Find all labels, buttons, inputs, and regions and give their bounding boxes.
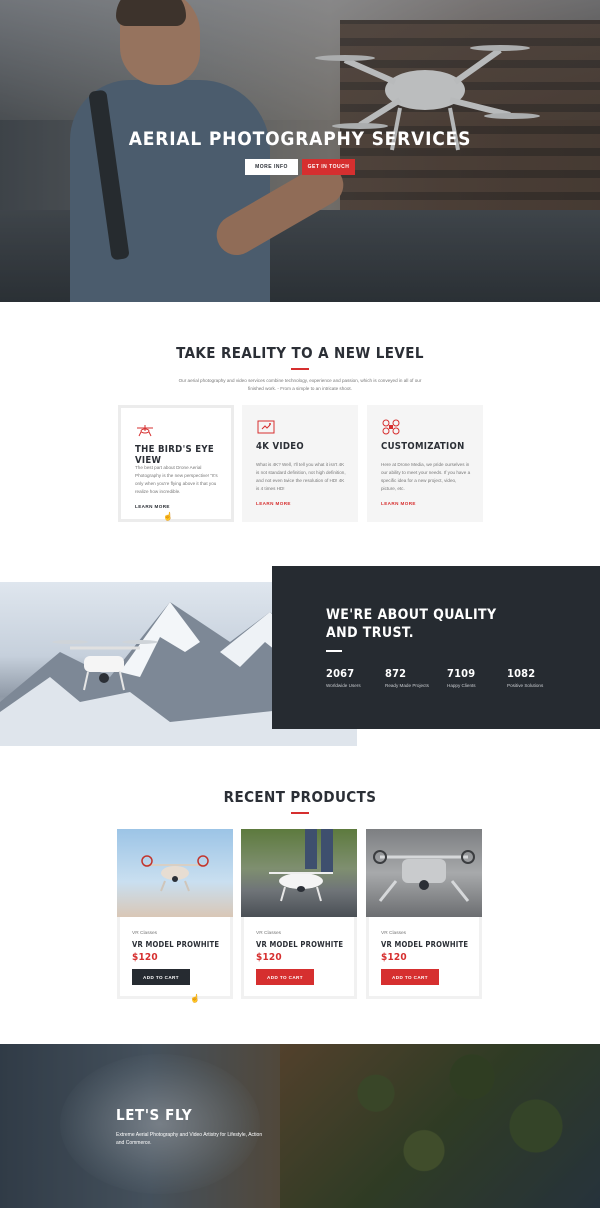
more-info-button[interactable]: MORE INFO [245, 159, 298, 175]
product-price: $120 [256, 952, 282, 963]
hero-buttons: MORE INFO GET IN TOUCH [0, 159, 600, 175]
learn-more-link[interactable]: LEARN MORE [381, 501, 416, 506]
product-card[interactable]: VR Classes VR MODEL PROWHITE $120 ADD TO… [366, 829, 482, 999]
intro-divider [291, 368, 309, 370]
products-title: RECENT PRODUCTS [223, 788, 377, 806]
products-divider [291, 812, 309, 814]
product-card[interactable]: VR Classes VR MODEL PROWHITE $120 ADD TO… [117, 829, 233, 999]
stat-solutions: 1082 Positive Solutions [507, 667, 543, 688]
stat-label: Positive Solutions [507, 683, 544, 688]
add-to-cart-button[interactable]: ADD TO CART [381, 969, 439, 985]
stat-happy-clients: 7109 Happy Clients [447, 667, 476, 688]
video-frame-icon [257, 420, 275, 434]
add-to-cart-button[interactable]: ADD TO CART [256, 969, 314, 985]
product-image[interactable] [366, 829, 482, 917]
quality-title-line2: AND TRUST. [326, 625, 414, 641]
product-image[interactable] [117, 829, 233, 917]
learn-more-link[interactable]: LEARN MORE [256, 501, 291, 506]
lets-fly-banner: LET'S FLY Extreme Aerial Photography and… [0, 1044, 600, 1208]
get-in-touch-button[interactable]: GET IN TOUCH [302, 159, 355, 175]
feature-title: CUSTOMIZATION [381, 441, 465, 452]
fly-text: Extreme Aerial Photography and Video Art… [116, 1132, 263, 1146]
feature-card-birds-eye[interactable]: THE BIRD'S EYE VIEW The best part about … [118, 405, 234, 522]
pointer-cursor-icon: ☝ [190, 994, 200, 1003]
product-image[interactable] [241, 829, 357, 917]
intro-text: Our aerial photography and video service… [178, 378, 422, 391]
quality-title: WE'RE ABOUT QUALITY AND TRUST. [326, 606, 497, 642]
product-name[interactable]: VR MODEL PROWHITE [381, 940, 468, 949]
quality-divider [326, 650, 342, 652]
feature-text: The best part about Drone Aerial Photogr… [135, 465, 218, 494]
product-category: VR Classes [132, 931, 158, 936]
stat-number: 7109 [447, 667, 476, 680]
stat-number: 2067 [326, 667, 355, 680]
hero-title: AERIAL PHOTOGRAPHY SERVICES [128, 128, 472, 150]
fly-overlay [0, 1044, 600, 1208]
stat-projects: 872 Ready Made Projects [385, 667, 429, 688]
product-name[interactable]: VR MODEL PROWHITE [256, 940, 343, 949]
product-name[interactable]: VR MODEL PROWHITE [132, 940, 219, 949]
intro-title: TAKE REALITY TO A NEW LEVEL [176, 344, 424, 362]
product-card[interactable]: VR Classes VR MODEL PROWHITE $120 ADD TO… [241, 829, 357, 999]
feature-card-4k-video[interactable]: 4K VIDEO What is 4K? Well, I'll tell you… [242, 405, 358, 522]
feature-card-customization[interactable]: CUSTOMIZATION Here at Drone Media, we pr… [367, 405, 483, 522]
feature-title: 4K VIDEO [256, 441, 304, 452]
feature-text: Here at Drone Media, we pride ourselves … [381, 462, 471, 491]
quality-panel: WE'RE ABOUT QUALITY AND TRUST. 2067 Worl… [272, 566, 600, 729]
stat-label: Ready Made Projects [385, 683, 429, 688]
hero-banner: AERIAL PHOTOGRAPHY SERVICES MORE INFO GE… [0, 0, 600, 302]
learn-more-link[interactable]: LEARN MORE [135, 504, 170, 509]
stat-number: 1082 [507, 667, 536, 680]
stat-number: 872 [385, 667, 407, 680]
stat-label: Worldwide Users [326, 683, 361, 688]
hero-overlay [0, 0, 600, 302]
quadcopter-icon [382, 419, 400, 435]
fly-title: LET'S FLY [116, 1106, 193, 1124]
feature-title: THE BIRD'S EYE VIEW [135, 444, 214, 466]
product-category: VR Classes [256, 931, 282, 936]
product-price: $120 [381, 952, 407, 963]
feature-text: What is 4K? Well, I'll tell you what it … [256, 462, 346, 491]
drone-icon [137, 425, 153, 437]
stat-worldwide-users: 2067 Worldwide Users [326, 667, 361, 688]
pointer-cursor-icon: ☝ [163, 512, 173, 521]
add-to-cart-button[interactable]: ADD TO CART [132, 969, 190, 985]
product-price: $120 [132, 952, 158, 963]
quality-title-line1: WE'RE ABOUT QUALITY [326, 607, 497, 623]
product-category: VR Classes [381, 931, 407, 936]
stat-label: Happy Clients [447, 683, 476, 688]
